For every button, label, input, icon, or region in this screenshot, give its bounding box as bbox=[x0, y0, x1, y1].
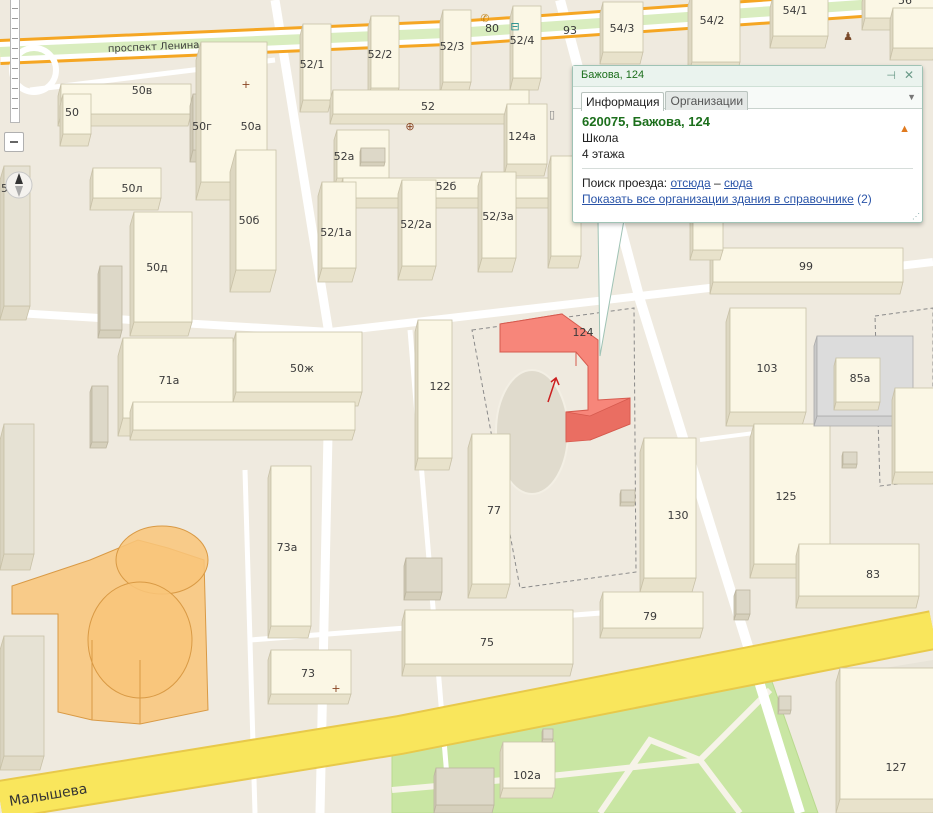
building-address: 620075, Бажова, 124 bbox=[582, 114, 710, 129]
popup-header: Бажова, 124 ⊣ ✕ bbox=[573, 66, 922, 87]
building-52-3a[interactable] bbox=[477, 171, 517, 273]
zoom-tick bbox=[12, 8, 18, 9]
popup-tail bbox=[597, 220, 625, 357]
monument-icon[interactable]: ♟ bbox=[843, 30, 853, 43]
building-103[interactable] bbox=[725, 307, 807, 427]
building-52-2a[interactable] bbox=[397, 179, 437, 281]
popup-body: 620075, Бажова, 124 Школа 4 этажа Поиск … bbox=[573, 109, 922, 207]
resize-handle[interactable]: ⋰ bbox=[912, 212, 920, 221]
building-99[interactable] bbox=[709, 247, 904, 295]
building-50l[interactable] bbox=[89, 167, 162, 211]
building-127[interactable] bbox=[835, 667, 933, 813]
building-50d[interactable] bbox=[129, 211, 193, 337]
zoom-slider-icon[interactable] bbox=[10, 0, 20, 123]
pharmacy-icon[interactable]: + bbox=[241, 78, 250, 91]
close-icon[interactable]: ✕ bbox=[904, 68, 914, 82]
orgs-row: Показать все организации здания в справо… bbox=[582, 191, 913, 207]
show-organizations-link[interactable]: Показать все организации здания в справо… bbox=[582, 192, 854, 206]
building-73[interactable] bbox=[267, 649, 352, 705]
route-to-link[interactable]: сюда bbox=[724, 176, 752, 190]
building[interactable] bbox=[841, 451, 858, 469]
zoom-tick bbox=[12, 98, 18, 99]
building-75[interactable] bbox=[401, 609, 574, 677]
building-85a[interactable] bbox=[833, 357, 881, 411]
building-east-edge[interactable] bbox=[891, 387, 933, 485]
building-54-1[interactable] bbox=[769, 0, 829, 49]
bus-stop-icon[interactable]: ⊟ bbox=[510, 20, 519, 33]
building-floors: 4 этажа bbox=[582, 147, 625, 161]
route-search-row: Поиск проезда: отсюда – сюда bbox=[582, 175, 913, 191]
zoom-tick bbox=[12, 28, 18, 29]
building-52-2[interactable] bbox=[367, 15, 400, 101]
tab-organizations[interactable]: Организации bbox=[665, 91, 749, 110]
atm-icon[interactable]: ▯ bbox=[549, 108, 555, 121]
building-52b[interactable] bbox=[339, 177, 554, 209]
zoom-control[interactable] bbox=[4, 0, 24, 156]
building-79[interactable] bbox=[599, 591, 704, 639]
building-77[interactable] bbox=[467, 433, 511, 599]
building-83[interactable] bbox=[795, 543, 920, 609]
zoom-tick bbox=[12, 68, 18, 69]
clinic-icon[interactable]: + bbox=[331, 682, 340, 695]
building[interactable] bbox=[89, 385, 109, 449]
building-122[interactable] bbox=[414, 319, 453, 471]
popup-divider bbox=[582, 168, 913, 169]
building-73a[interactable] bbox=[267, 465, 312, 639]
zoom-tick bbox=[12, 88, 18, 89]
building[interactable] bbox=[619, 489, 636, 507]
building-50zh-low[interactable] bbox=[129, 401, 356, 441]
tab-information[interactable]: Информация bbox=[581, 92, 665, 111]
pin-icon[interactable]: ⊣ bbox=[886, 69, 896, 82]
zoom-tick bbox=[12, 48, 18, 49]
building[interactable] bbox=[97, 265, 123, 339]
route-from-link[interactable]: отсюда bbox=[670, 176, 710, 190]
building[interactable] bbox=[541, 728, 554, 743]
zoom-tick bbox=[12, 108, 18, 109]
zoom-tick bbox=[12, 78, 18, 79]
building-50[interactable] bbox=[59, 93, 92, 147]
compass-icon[interactable] bbox=[4, 170, 34, 200]
phone-icon[interactable]: ✆ bbox=[480, 12, 489, 25]
building-130[interactable] bbox=[639, 437, 697, 593]
zoom-tick bbox=[12, 18, 18, 19]
building-52[interactable] bbox=[329, 89, 530, 125]
route-label: Поиск проезда: bbox=[582, 176, 668, 190]
route-separator: – bbox=[713, 176, 721, 190]
building-52-4[interactable] bbox=[509, 5, 542, 91]
building-54-3[interactable] bbox=[599, 1, 644, 65]
building-52-1[interactable] bbox=[299, 23, 332, 113]
building[interactable] bbox=[359, 147, 386, 167]
building-50b[interactable] bbox=[229, 149, 277, 293]
minus-icon[interactable] bbox=[4, 132, 24, 152]
building-52-1a[interactable] bbox=[317, 181, 357, 283]
popup-title: Бажова, 124 bbox=[581, 69, 645, 81]
building-52-3[interactable] bbox=[439, 9, 472, 95]
hospital-icon[interactable]: ⊕ bbox=[405, 120, 414, 133]
building-ne-2[interactable] bbox=[889, 7, 933, 61]
warning-icon[interactable]: ▲ bbox=[899, 123, 910, 135]
organizations-count: (2) bbox=[857, 192, 872, 206]
building[interactable] bbox=[733, 589, 751, 621]
building[interactable] bbox=[777, 695, 792, 715]
tabs-dropdown-icon[interactable]: ▼ bbox=[907, 92, 916, 102]
building-type: Школа bbox=[582, 131, 619, 145]
building[interactable] bbox=[433, 767, 495, 813]
building[interactable] bbox=[403, 557, 443, 601]
zoom-tick bbox=[12, 58, 18, 59]
building-info-popup: Бажова, 124 ⊣ ✕ Информация Организации ▼ … bbox=[572, 65, 923, 223]
building-sw[interactable] bbox=[0, 635, 45, 771]
popup-tabs: Информация Организации ▼ bbox=[573, 87, 922, 111]
building-124a[interactable] bbox=[503, 103, 548, 177]
zoom-tick bbox=[12, 38, 18, 39]
building-50zh[interactable] bbox=[231, 331, 363, 407]
building-102a[interactable] bbox=[499, 741, 556, 799]
building-west[interactable] bbox=[0, 423, 35, 571]
